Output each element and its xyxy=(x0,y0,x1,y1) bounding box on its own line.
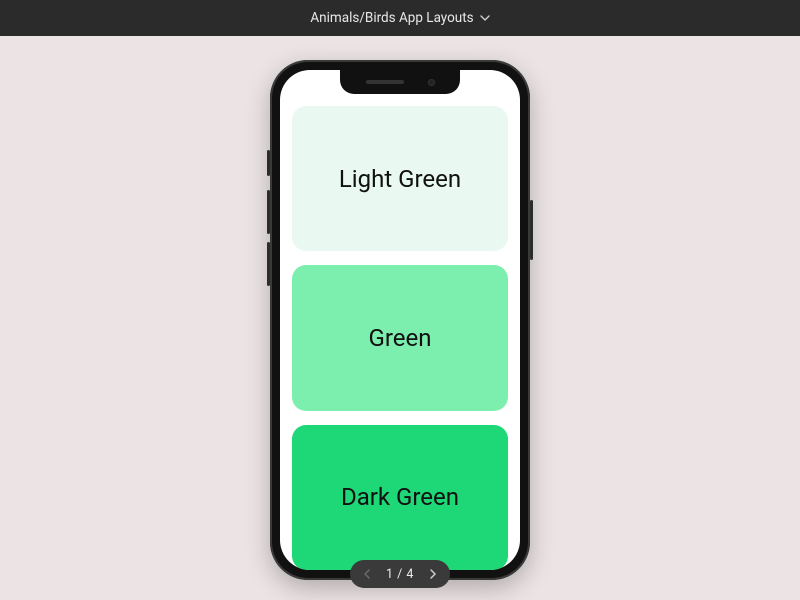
card-label: Dark Green xyxy=(341,483,459,511)
color-card-dark-green[interactable]: Dark Green xyxy=(292,425,508,570)
phone-screen: Light Green Green Dark Green xyxy=(280,70,520,570)
card-label: Light Green xyxy=(339,165,461,193)
pager-count: 1 / 4 xyxy=(386,567,414,582)
chevron-down-icon xyxy=(480,13,490,23)
color-card-light-green[interactable]: Light Green xyxy=(292,106,508,251)
phone-mockup: Light Green Green Dark Green xyxy=(270,60,530,580)
card-label: Green xyxy=(369,324,432,352)
speaker-icon xyxy=(366,80,404,84)
pager-next-button[interactable] xyxy=(424,565,442,583)
phone-side-button xyxy=(267,242,270,286)
color-card-green[interactable]: Green xyxy=(292,265,508,410)
chevron-right-icon xyxy=(429,569,437,579)
phone-notch xyxy=(340,70,460,94)
phone-side-button xyxy=(267,190,270,234)
phone-side-button xyxy=(530,200,533,260)
pager-prev-button[interactable] xyxy=(358,565,376,583)
camera-icon xyxy=(428,79,435,86)
chevron-left-icon xyxy=(363,569,371,579)
preview-stage: Light Green Green Dark Green 1 / 4 xyxy=(0,36,800,600)
phone-side-button xyxy=(267,150,270,176)
card-list[interactable]: Light Green Green Dark Green xyxy=(292,106,508,570)
pager: 1 / 4 xyxy=(350,560,450,588)
header-title: Animals/Birds App Layouts xyxy=(310,10,473,26)
header-dropdown[interactable]: Animals/Birds App Layouts xyxy=(0,0,800,36)
